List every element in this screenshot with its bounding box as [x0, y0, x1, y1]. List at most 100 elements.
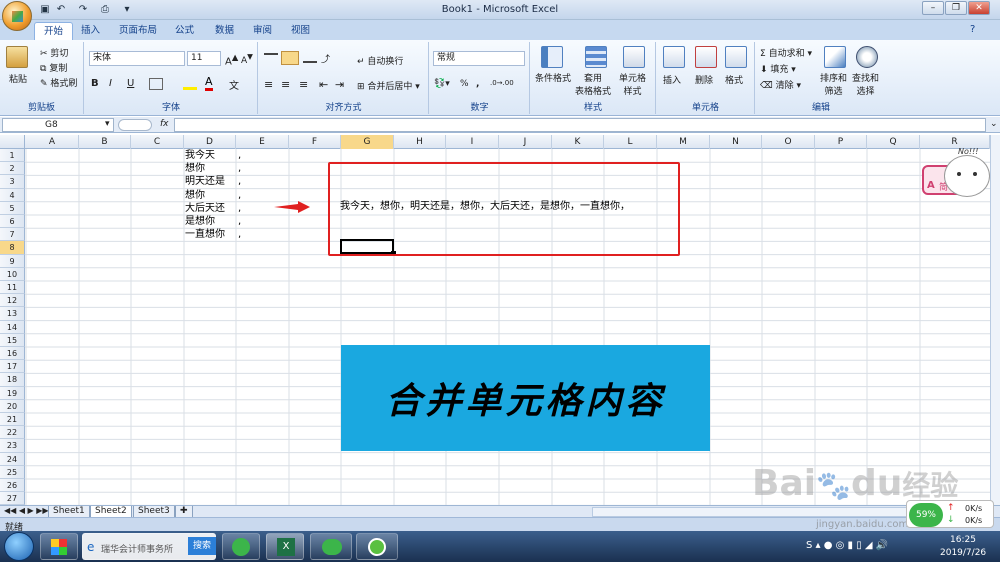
tab-data[interactable]: 数据 — [206, 22, 243, 40]
taskbar-app-green[interactable] — [222, 533, 260, 560]
format-as-table-label[interactable]: 套用 表格格式 — [575, 71, 611, 97]
cell-styles-label[interactable]: 单元格 样式 — [619, 71, 646, 97]
currency-icon[interactable]: 💱▾ — [434, 79, 450, 89]
align-left-icon[interactable]: ≡ — [264, 78, 273, 91]
row-header-14[interactable]: 14 — [0, 320, 25, 334]
merge-center-button[interactable]: ⊞ 合并后居中 ▾ — [357, 79, 420, 92]
row-header-22[interactable]: 22 — [0, 426, 25, 440]
fill-button[interactable]: ⬇ 填充 ▾ — [760, 62, 796, 75]
grow-font-icon[interactable]: A▲ — [225, 52, 238, 67]
decrease-indent-icon[interactable]: ⇤ — [319, 78, 328, 91]
column-header-i[interactable]: I — [446, 135, 499, 149]
row-header-15[interactable]: 15 — [0, 333, 25, 347]
cell-d7[interactable]: 一直想你 — [185, 228, 225, 241]
help-icon[interactable]: ? — [970, 24, 975, 35]
column-header-f[interactable]: F — [289, 135, 341, 149]
italic-button[interactable]: I — [109, 78, 112, 89]
cell-d2[interactable]: 想你 — [185, 162, 205, 175]
column-header-a[interactable]: A — [26, 135, 79, 149]
insert-cells-label[interactable]: 插入 — [663, 73, 681, 86]
autosum-button[interactable]: Σ 自动求和 ▾ — [760, 46, 812, 59]
font-name-select[interactable]: 宋体 — [89, 51, 185, 66]
taskbar-app-1[interactable] — [40, 533, 78, 560]
row-header-4[interactable]: 4 — [0, 188, 25, 202]
select-all-corner[interactable] — [24, 135, 25, 149]
row-header-26[interactable]: 26 — [0, 479, 25, 493]
column-header-e[interactable]: E — [236, 135, 289, 149]
tab-view[interactable]: 视图 — [282, 22, 319, 40]
number-format-select[interactable]: 常规 — [433, 51, 525, 66]
find-select-icon[interactable] — [856, 46, 878, 68]
taskbar-browser[interactable] — [356, 533, 398, 560]
column-header-d[interactable]: D — [184, 135, 236, 149]
column-header-j[interactable]: J — [499, 135, 552, 149]
row-header-9[interactable]: 9 — [0, 254, 25, 268]
increase-indent-icon[interactable]: ⇥ — [335, 78, 344, 91]
row-header-27[interactable]: 27 — [0, 492, 25, 505]
paste-icon[interactable] — [6, 46, 28, 68]
paste-label[interactable]: 粘贴 — [9, 72, 27, 85]
fill-color-icon[interactable] — [183, 80, 197, 90]
column-header-g[interactable]: G — [341, 135, 394, 149]
close-button[interactable]: ✕ — [968, 1, 990, 15]
tab-review[interactable]: 审阅 — [244, 22, 281, 40]
row-header-5[interactable]: 5 — [0, 201, 25, 215]
tab-insert[interactable]: 插入 — [72, 22, 109, 40]
wrap-text-button[interactable]: ↵ 自动换行 — [357, 54, 403, 67]
tab-formulas[interactable]: 公式 — [166, 22, 203, 40]
find-select-label[interactable]: 查找和 选择 — [852, 71, 879, 97]
align-right-icon[interactable]: ≡ — [299, 78, 308, 91]
row-header-11[interactable]: 11 — [0, 281, 25, 295]
cat-sticker[interactable]: No!!! A 简 — [922, 147, 990, 209]
align-middle-icon[interactable] — [281, 51, 299, 65]
network-widget[interactable]: 59% ↑ ↓ 0K/s 0K/s — [906, 500, 994, 528]
name-box-dropdown-icon[interactable]: ▾ — [105, 119, 110, 129]
taskbar-wechat[interactable] — [310, 533, 352, 560]
cell-e3[interactable]: , — [238, 175, 241, 188]
format-cells-label[interactable]: 格式 — [725, 73, 743, 86]
shrink-font-icon[interactable]: A▼ — [241, 52, 253, 66]
align-top-icon[interactable] — [264, 53, 278, 63]
cell-d1[interactable]: 我今天 — [185, 149, 215, 162]
name-box[interactable]: G8 — [2, 118, 114, 132]
insert-function-button[interactable]: fx — [160, 119, 169, 129]
column-header-m[interactable]: M — [657, 135, 710, 149]
cell-styles-icon[interactable] — [623, 46, 645, 68]
cell-d6[interactable]: 是想你 — [185, 215, 215, 228]
font-size-select[interactable]: 11 — [187, 51, 221, 66]
column-header-l[interactable]: L — [604, 135, 657, 149]
format-as-table-icon[interactable] — [585, 46, 607, 68]
align-bottom-icon[interactable] — [303, 53, 317, 63]
increase-decimal-icon[interactable]: .0→.00 — [490, 79, 514, 87]
conditional-format-label[interactable]: 条件格式 — [535, 71, 571, 84]
cell-e2[interactable]: , — [238, 162, 241, 175]
row-header-8[interactable]: 8 — [0, 241, 25, 255]
cell-e7[interactable]: , — [238, 228, 241, 241]
cell-d5[interactable]: 大后天还 — [185, 202, 225, 215]
cell-e1[interactable]: , — [238, 149, 241, 162]
column-header-n[interactable]: N — [710, 135, 762, 149]
row-header-12[interactable]: 12 — [0, 294, 25, 308]
tab-page-layout[interactable]: 页面布局 — [110, 22, 166, 40]
row-header-20[interactable]: 20 — [0, 399, 25, 413]
formula-input[interactable] — [174, 118, 986, 132]
orientation-icon[interactable]: ⤴ — [321, 52, 330, 65]
cell-e5[interactable]: , — [238, 202, 241, 215]
worksheet[interactable]: ABCDEFGHIJKLMNOPQR 1 2 3 4 5 6 7 8 9 10 11 12 13 14 15… — [0, 135, 990, 505]
expand-formula-icon[interactable]: ⌄ — [990, 119, 998, 129]
delete-cells-label[interactable]: 删除 — [695, 73, 713, 86]
conditional-format-icon[interactable] — [541, 46, 563, 68]
cut-button[interactable]: ✂ 剪切 — [40, 46, 68, 59]
bold-button[interactable]: B — [91, 78, 99, 89]
font-color-icon[interactable]: A — [205, 76, 213, 91]
comma-button[interactable]: , — [476, 79, 479, 89]
office-button[interactable] — [2, 1, 32, 31]
row-header-3[interactable]: 3 — [0, 175, 25, 189]
taskbar-excel[interactable]: X — [266, 533, 304, 560]
search-button[interactable]: 搜索 — [188, 537, 216, 555]
row-header-1[interactable]: 1 — [0, 149, 25, 163]
column-header-c[interactable]: C — [131, 135, 184, 149]
row-header-2[interactable]: 2 — [0, 162, 25, 176]
column-header-o[interactable]: O — [762, 135, 815, 149]
column-header-q[interactable]: Q — [867, 135, 920, 149]
